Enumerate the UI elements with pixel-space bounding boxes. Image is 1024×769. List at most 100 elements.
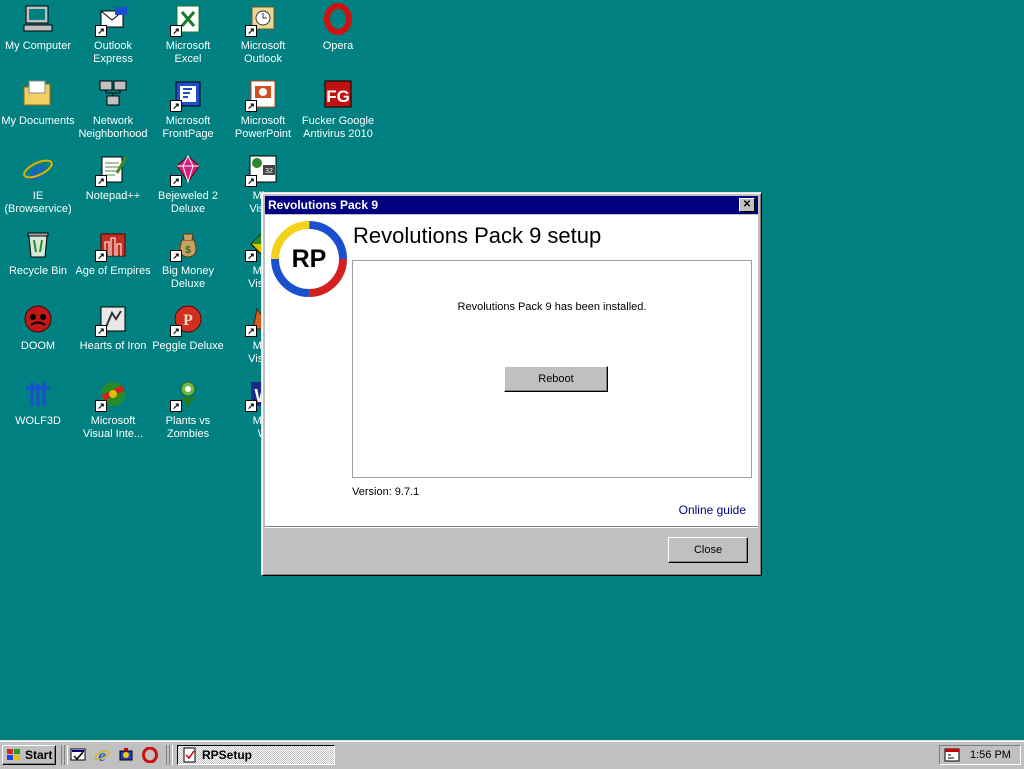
desktop-icon-wolf3d[interactable]: WOLF3D bbox=[0, 376, 76, 448]
desktop-icon-label: Fucker Google Antivirus 2010 bbox=[301, 115, 375, 140]
desktop-icon-label: Opera bbox=[322, 40, 354, 52]
ie-icon[interactable]: e bbox=[94, 746, 112, 765]
desktop-icon-bejeweled[interactable]: ↗ Bejeweled 2 Deluxe bbox=[150, 151, 226, 223]
version-label: Version: 9.7.1 bbox=[352, 486, 420, 498]
opera-icon bbox=[322, 3, 354, 35]
channels-icon[interactable] bbox=[118, 747, 136, 765]
network-icon bbox=[97, 78, 129, 110]
installed-message: Revolutions Pack 9 has been installed. bbox=[457, 301, 647, 313]
rp-logo: RP bbox=[271, 221, 347, 297]
wolf3d-icon bbox=[22, 378, 54, 410]
logo-text: RP bbox=[292, 245, 327, 273]
desktop-icon-outlook[interactable]: ↗ Microsoft Outlook bbox=[225, 1, 301, 73]
desktop-icon-label: Notepad++ bbox=[85, 190, 141, 202]
folder-icon bbox=[22, 78, 54, 110]
online-guide-link[interactable]: Online guide bbox=[679, 503, 746, 517]
desktop-icon-frontpage[interactable]: ↗ Microsoft FrontPage bbox=[150, 76, 226, 148]
desktop-icon-label: Age of Empires bbox=[75, 265, 151, 277]
opera-icon[interactable] bbox=[142, 746, 160, 765]
desktop-icon-notepad[interactable]: ↗ Notepad++ bbox=[75, 151, 151, 223]
windows-logo-icon bbox=[7, 749, 20, 760]
outlook-icon: ↗ bbox=[245, 3, 279, 37]
shortcut-arrow-icon: ↗ bbox=[245, 400, 257, 412]
desktop-icon-label: Recycle Bin bbox=[8, 265, 68, 277]
desktop-icon-peggle[interactable]: P ↗ Peggle Deluxe bbox=[150, 301, 226, 373]
desktop-icon-label: Network Neighborhood bbox=[78, 115, 148, 140]
shortcut-arrow-icon: ↗ bbox=[95, 400, 107, 412]
desktop-icon-label: Microsoft FrontPage bbox=[162, 115, 214, 140]
shortcut-arrow-icon: ↗ bbox=[245, 100, 257, 112]
shortcut-arrow-icon: ↗ bbox=[170, 325, 182, 337]
show-desktop-icon[interactable] bbox=[70, 747, 88, 765]
desktop-icon-recycle-bin[interactable]: Recycle Bin bbox=[0, 226, 76, 298]
reboot-button[interactable]: Reboot bbox=[504, 366, 608, 392]
system-tray: 1:56 PM bbox=[939, 745, 1021, 765]
close-icon[interactable]: ✕ bbox=[739, 198, 755, 212]
desktop-icon-hearts-of-iron[interactable]: ↗ Hearts of Iron bbox=[75, 301, 151, 373]
shortcut-arrow-icon: ↗ bbox=[170, 25, 182, 37]
shortcut-arrow-icon: ↗ bbox=[95, 250, 107, 262]
desktop-icon-money-bag[interactable]: $ ↗ Big Money Deluxe bbox=[150, 226, 226, 298]
recycle-bin-icon bbox=[22, 228, 54, 260]
start-label: Start bbox=[25, 748, 53, 762]
excel-icon: ↗ bbox=[170, 3, 204, 37]
clock[interactable]: 1:56 PM bbox=[970, 749, 1011, 761]
desktop-icon-label: Microsoft Visual Inte... bbox=[82, 415, 144, 440]
scheduler-icon[interactable] bbox=[944, 747, 960, 763]
money-bag-icon: $ ↗ bbox=[170, 228, 204, 262]
setup-heading: Revolutions Pack 9 setup bbox=[353, 223, 602, 248]
dialog-titlebar[interactable]: Revolutions Pack 9 ✕ bbox=[265, 196, 758, 214]
shortcut-arrow-icon: ↗ bbox=[95, 325, 107, 337]
notepad-icon: ↗ bbox=[95, 153, 129, 187]
desktop-icon-computer[interactable]: My Computer bbox=[0, 1, 76, 73]
svg-text:P: P bbox=[183, 312, 193, 329]
desktop-icon-doom[interactable]: DOOM bbox=[0, 301, 76, 373]
svg-text:$: $ bbox=[185, 245, 191, 256]
hearts-of-iron-icon: ↗ bbox=[95, 303, 129, 337]
desktop-icon-visual-interdev[interactable]: ↗ Microsoft Visual Inte... bbox=[75, 376, 151, 448]
desktop-icon-label: Peggle Deluxe bbox=[152, 340, 224, 352]
desktop-icon-label: Microsoft PowerPoint bbox=[234, 115, 292, 140]
ie-icon: e bbox=[22, 153, 54, 185]
desktop-icon-label: Bejeweled 2 Deluxe bbox=[158, 190, 218, 215]
antivirus-icon: FG bbox=[322, 78, 354, 110]
desktop-icon-powerpoint[interactable]: ↗ Microsoft PowerPoint bbox=[225, 76, 301, 148]
shortcut-arrow-icon: ↗ bbox=[245, 250, 257, 262]
desktop-icon-age-of-empires[interactable]: ↗ Age of Empires bbox=[75, 226, 151, 298]
desktop-icon-folder[interactable]: My Documents bbox=[0, 76, 76, 148]
desktop-icon-label: IE (Browservice) bbox=[4, 190, 72, 215]
footer-divider bbox=[265, 526, 758, 528]
desktop-icon-label: Big Money Deluxe bbox=[162, 265, 214, 290]
close-button[interactable]: Close bbox=[668, 537, 748, 563]
desktop-icon-antivirus[interactable]: FG Fucker Google Antivirus 2010 bbox=[300, 76, 376, 148]
shortcut-arrow-icon: ↗ bbox=[245, 325, 257, 337]
desktop-icon-label: Microsoft Excel bbox=[165, 40, 211, 65]
shortcut-arrow-icon: ↗ bbox=[245, 175, 257, 187]
desktop-icon-opera[interactable]: Opera bbox=[300, 1, 376, 73]
age-of-empires-icon: ↗ bbox=[95, 228, 129, 262]
doom-icon bbox=[22, 303, 54, 335]
shortcut-arrow-icon: ↗ bbox=[170, 250, 182, 262]
bejeweled-icon: ↗ bbox=[170, 153, 204, 187]
desktop-icon-outlook-express[interactable]: ↗ Outlook Express bbox=[75, 1, 151, 73]
desktop-icon-network[interactable]: Network Neighborhood bbox=[75, 76, 151, 148]
dialog-body: RP Revolutions Pack 9 setup Revolutions … bbox=[265, 215, 758, 526]
desktop-icon-plants-vs-zombies[interactable]: ↗ Plants vs Zombies bbox=[150, 376, 226, 448]
powerpoint-icon: ↗ bbox=[245, 78, 279, 112]
svg-text:e: e bbox=[98, 747, 106, 763]
desktop-icon-excel[interactable]: ↗ Microsoft Excel bbox=[150, 1, 226, 73]
desktop-icon-label: Outlook Express bbox=[93, 40, 133, 65]
desktop-icon-label: Hearts of Iron bbox=[79, 340, 147, 352]
svg-text:32: 32 bbox=[265, 168, 273, 175]
taskbar: Start e RPSetup 1:56 PM bbox=[0, 740, 1024, 769]
desktop-icon-label: WOLF3D bbox=[15, 415, 61, 427]
desktop-icon-ie[interactable]: e IE (Browservice) bbox=[0, 151, 76, 223]
taskbar-item-label: RPSetup bbox=[202, 748, 253, 762]
status-panel: Revolutions Pack 9 has been installed. R… bbox=[352, 260, 752, 478]
plants-vs-zombies-icon: ↗ bbox=[170, 378, 204, 412]
shortcut-arrow-icon: ↗ bbox=[170, 400, 182, 412]
taskbar-grip bbox=[169, 745, 173, 765]
start-button[interactable]: Start bbox=[2, 745, 56, 765]
taskbar-item-rpsetup[interactable]: RPSetup bbox=[177, 745, 335, 765]
outlook-express-icon: ↗ bbox=[95, 3, 129, 37]
